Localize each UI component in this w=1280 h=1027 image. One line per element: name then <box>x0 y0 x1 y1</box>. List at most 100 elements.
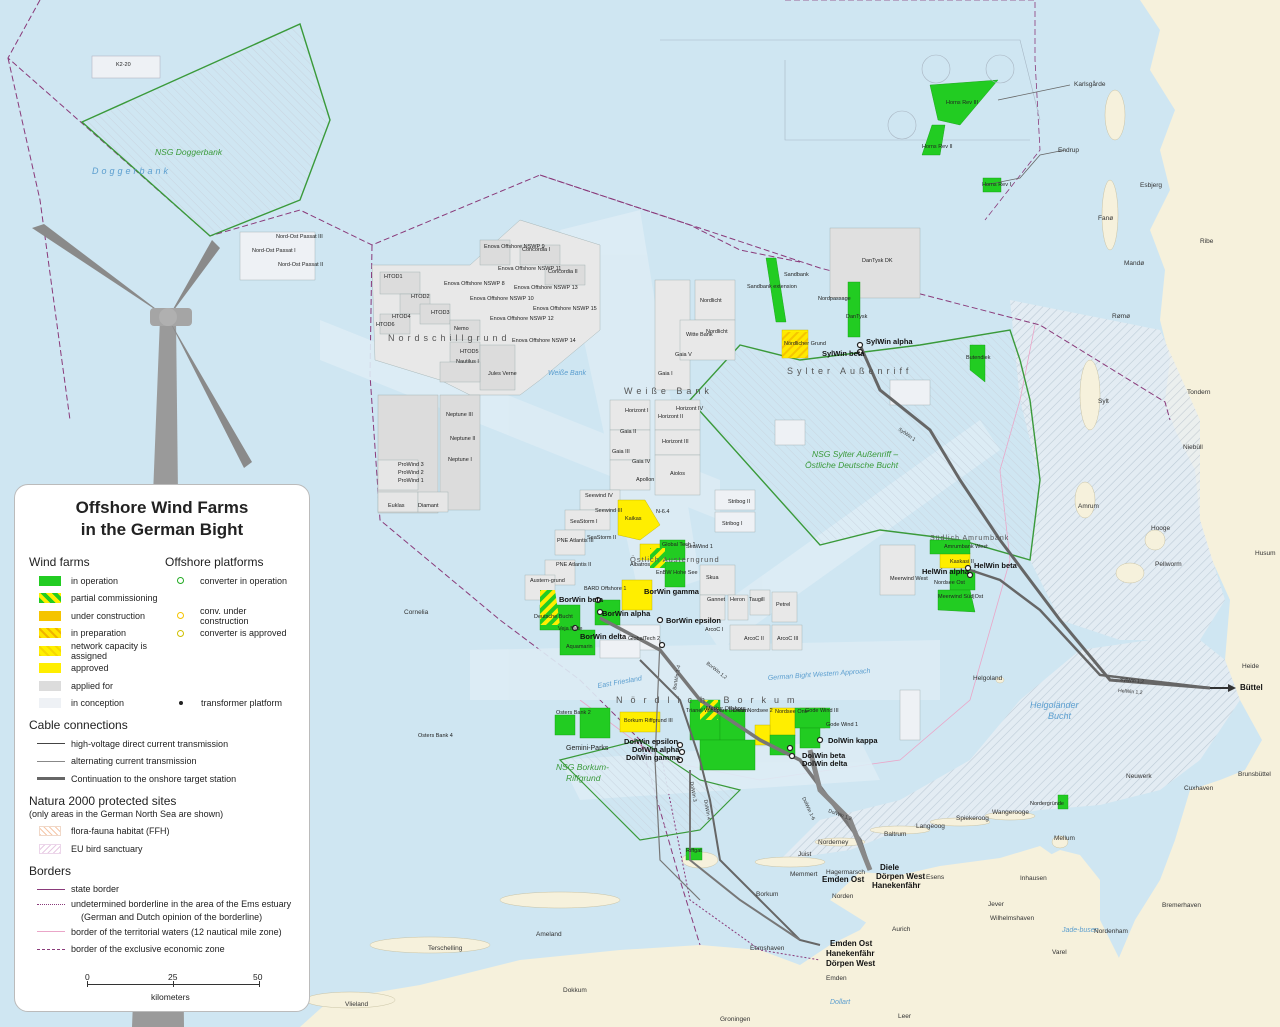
scale-tick-mark <box>173 981 174 987</box>
label-arcoc3: ArcoC III <box>777 636 799 642</box>
label-pne-3: PNE Atlantis III <box>557 538 594 544</box>
legend-border-label: state border <box>71 884 120 895</box>
swatch-bird-sanctuary <box>39 843 61 854</box>
label-enova-11: Enova Offshore NSWP 11 <box>498 266 561 272</box>
label-doerpen-west-2: Dörpen West <box>826 959 876 968</box>
label-albatros: Albatros <box>630 562 650 568</box>
label-bremerhaven: Bremerhaven <box>1162 902 1201 909</box>
platform-icon-operation <box>177 577 184 585</box>
label-arcoc1: ArcoC I <box>705 627 724 633</box>
legend-farm-row: in conception <box>29 695 165 713</box>
label-vlieland: Vlieland <box>345 1001 369 1008</box>
label-amrum: Amrum <box>1078 503 1099 510</box>
label-horns-rev-3: Horns Rev III <box>946 100 979 106</box>
label-nordlicht: Nordlicht <box>700 298 722 304</box>
label-endrup: Endrup <box>1058 147 1079 154</box>
swatch-preparation <box>39 628 61 639</box>
legend-farm-row: in operation <box>29 572 165 590</box>
legend-natura-row: flora-fauna habitat (FFH) <box>29 823 295 841</box>
label-mellum: Mellum <box>1054 835 1075 842</box>
label-meerwind: Meerwind Süd|Ost <box>938 594 984 600</box>
legend-farms-column: Wind farms in operation partial commissi… <box>29 549 165 712</box>
label-dolwin-gamma: DolWin gamma <box>626 753 681 762</box>
platform-icon-approved <box>177 629 184 637</box>
label-meerwind-west: Meerwind West <box>890 576 928 582</box>
legend-cable-row: Continuation to the onshore target stati… <box>29 770 295 788</box>
label-spiekeroog: Spiekeroog <box>956 815 989 822</box>
label-osters-bank-2: Osters Bank 2 <box>556 710 591 716</box>
label-leer: Leer <box>898 1013 912 1020</box>
label-gaia-2: Gaia II <box>620 429 637 435</box>
swatch-operation <box>39 575 61 586</box>
label-deutsche-bucht: Deutsche Bucht <box>534 614 573 620</box>
scale-tick-mark <box>259 981 260 987</box>
label-aiolos: Aiolos <box>670 471 685 477</box>
label-neptune-2: Neptune II <box>450 436 476 442</box>
swatch-partial <box>39 593 61 604</box>
label-emden-ost: Emden Ost <box>822 875 865 884</box>
label-diamant: Diamant <box>418 503 439 509</box>
label-noerdlich-borkum: Nördlich Borkum <box>616 695 803 705</box>
label-sylter-aussenriff: Sylter Außenriff <box>787 366 912 376</box>
label-tondern: Tondern <box>1187 389 1211 396</box>
legend-platform-row: converter in operation <box>165 572 295 590</box>
legend-border-label: undetermined borderline in the area of t… <box>71 899 292 909</box>
label-taugill: Taugill <box>749 597 765 603</box>
label-hanekenfaehr: Hanekenfähr <box>872 881 920 890</box>
label-doggerbank-nsg: NSG Doggerbank <box>155 147 223 157</box>
label-seewind-3: Seewind III <box>595 508 623 514</box>
label-enova-8: Enova Offshore NSWP 8 <box>444 281 505 287</box>
label-htod4: HTOD4 <box>392 314 411 320</box>
label-borwin-delta: BorWin delta <box>580 632 627 641</box>
legend-farm-row: network capacity is assigned <box>29 640 165 661</box>
label-gaia-1: Gaia I <box>658 371 673 377</box>
label-baltrum: Baltrum <box>884 831 906 838</box>
legend-farm-label: in operation <box>71 575 119 586</box>
legend-natura-row: EU bird sanctuary <box>29 840 295 858</box>
legend-farm-row: under construction <box>29 607 165 625</box>
label-juist: Juist <box>798 851 812 858</box>
legend-farm-label: network capacity is assigned <box>71 640 148 661</box>
label-stribog-2: Stribog II <box>728 499 750 505</box>
label-nordenham: Nordenham <box>1094 928 1128 935</box>
label-buettel: Büttel <box>1240 683 1263 692</box>
label-horizont-3: Horizont III <box>662 439 689 445</box>
label-pellworm: Pellworm <box>1155 561 1182 568</box>
legend-natura-note: (only areas in the German North Sea are … <box>29 808 224 819</box>
label-prowind-2: ProWind 2 <box>398 470 424 476</box>
label-kaskasi: Kaskasi II <box>950 559 974 565</box>
label-borwin-alpha: BorWin alpha <box>602 609 651 618</box>
label-helgolaender-bucht-2: Bucht <box>1048 711 1072 721</box>
label-sandbank-ext: Sandbank extension <box>747 284 797 290</box>
legend-cable-heading: Cable connections <box>29 718 128 732</box>
label-htod2: HTOD2 <box>411 294 430 300</box>
label-sylwin-alpha: SylWin alpha <box>866 337 913 346</box>
label-hanekenfaehr-2: Hanekenfähr <box>826 949 874 958</box>
swatch-construction <box>39 610 61 621</box>
label-hooge: Hooge <box>1151 525 1171 532</box>
scale-tick-50: 50 <box>253 972 263 982</box>
scale-tick-mark <box>87 981 88 987</box>
label-dolwin-delta: DolWin delta <box>802 759 848 768</box>
label-dantysk: DanTysk <box>846 314 868 320</box>
label-memmert: Memmert <box>790 871 818 878</box>
legend-title-line2: in the German Bight <box>80 520 244 539</box>
legend-columns: Wind farms in operation partial commissi… <box>29 549 295 712</box>
label-seawind-1: SeaWind 1 <box>686 544 713 550</box>
label-borkum: Borkum <box>756 891 778 898</box>
legend-farm-label: approved <box>71 663 109 674</box>
cable-ac-icon <box>37 760 65 762</box>
swatch-ffh <box>39 826 61 837</box>
label-dokkum: Dokkum <box>563 987 587 994</box>
legend-platform-row: converter is approved <box>165 625 295 643</box>
label-gode-wind-3: Gode Wind III <box>805 708 839 714</box>
label-sandbank: Sandbank <box>784 272 809 278</box>
label-helwin-alpha: HelWin alpha <box>922 567 970 576</box>
label-pne-2: PNE Atlantis II <box>556 562 592 568</box>
label-esens: Esens <box>926 874 945 881</box>
label-emden-ost-2: Emden Ost <box>830 939 873 948</box>
label-wangerooge: Wangerooge <box>992 809 1029 816</box>
swatch-capacity <box>39 645 61 656</box>
label-nordost-passat-3: Nord-Ost Passat III <box>276 234 323 240</box>
legend-farm-label: in preparation <box>71 628 127 639</box>
